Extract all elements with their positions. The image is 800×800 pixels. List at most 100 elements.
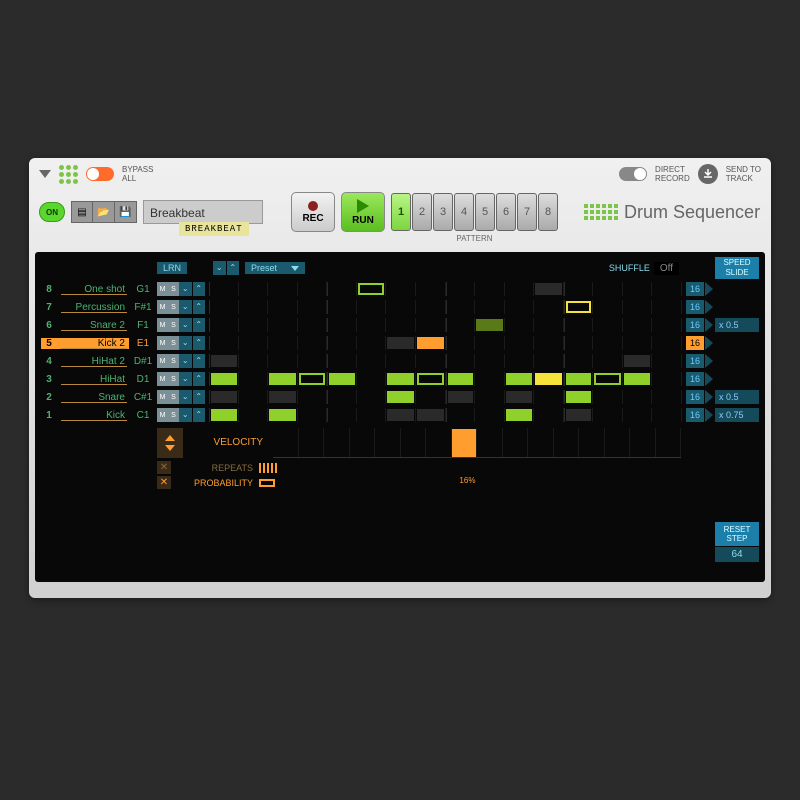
step-cell[interactable] xyxy=(593,282,623,296)
step-cell[interactable] xyxy=(416,318,446,332)
step-cell[interactable] xyxy=(564,318,594,332)
velocity-cell[interactable] xyxy=(273,428,299,457)
step-cell[interactable] xyxy=(357,408,387,422)
step-cell[interactable] xyxy=(268,390,298,404)
pattern-button-1[interactable]: 1 xyxy=(391,193,411,231)
step-cell[interactable] xyxy=(327,354,357,368)
row-length[interactable]: 16 xyxy=(686,390,704,404)
step-cell[interactable] xyxy=(505,318,535,332)
step-cell[interactable] xyxy=(623,318,653,332)
step-cell[interactable] xyxy=(239,318,269,332)
row-length[interactable]: 16 xyxy=(686,282,704,296)
pattern-button-3[interactable]: 3 xyxy=(433,193,453,231)
velocity-cell[interactable] xyxy=(528,428,554,457)
pattern-button-5[interactable]: 5 xyxy=(475,193,495,231)
velocity-cell[interactable] xyxy=(401,428,427,457)
speed-value[interactable]: x 0.5 xyxy=(715,318,759,332)
velocity-cell[interactable] xyxy=(375,428,401,457)
row-arrows[interactable]: ⌄⌃ xyxy=(179,282,205,296)
step-cell[interactable] xyxy=(327,282,357,296)
step-cell[interactable] xyxy=(209,354,239,368)
step-cell[interactable] xyxy=(593,372,623,386)
step-cell[interactable] xyxy=(446,318,476,332)
step-cell[interactable] xyxy=(534,300,564,314)
step-cell[interactable] xyxy=(268,354,298,368)
step-cell[interactable] xyxy=(652,354,682,368)
velocity-cell[interactable] xyxy=(656,428,682,457)
row-note[interactable]: E1 xyxy=(129,338,157,349)
step-cell[interactable] xyxy=(239,390,269,404)
step-cell[interactable] xyxy=(593,336,623,350)
step-cell[interactable] xyxy=(327,336,357,350)
probability-cell[interactable] xyxy=(279,476,304,489)
bypass-toggle[interactable] xyxy=(86,167,114,181)
step-cell[interactable] xyxy=(386,372,416,386)
row-note[interactable]: C1 xyxy=(129,410,157,421)
step-cell[interactable] xyxy=(564,408,594,422)
probability-cell[interactable] xyxy=(329,476,354,489)
step-cell[interactable] xyxy=(652,318,682,332)
mute-solo-button[interactable]: MS xyxy=(157,300,179,314)
step-cell[interactable] xyxy=(268,282,298,296)
run-button[interactable]: RUN xyxy=(341,192,385,232)
step-cell[interactable] xyxy=(564,282,594,296)
preset-name-field[interactable]: Breakbeat xyxy=(143,200,263,224)
step-cell[interactable] xyxy=(446,300,476,314)
probability-cell[interactable] xyxy=(405,476,430,489)
step-cell[interactable] xyxy=(209,390,239,404)
step-cell[interactable] xyxy=(534,390,564,404)
row-arrows[interactable]: ⌄⌃ xyxy=(179,390,205,404)
velocity-cell[interactable] xyxy=(350,428,376,457)
step-cell[interactable] xyxy=(505,354,535,368)
repeats-toggle[interactable]: ✕ xyxy=(157,461,171,474)
velocity-cell[interactable] xyxy=(605,428,631,457)
lrn-button[interactable]: LRN xyxy=(157,262,187,274)
step-cell[interactable] xyxy=(239,372,269,386)
probability-cell[interactable] xyxy=(354,476,379,489)
step-cell[interactable] xyxy=(505,300,535,314)
row-length[interactable]: 16 xyxy=(686,372,704,386)
step-cell[interactable] xyxy=(564,300,594,314)
row-name[interactable]: Kick xyxy=(57,410,129,421)
row-arrows[interactable]: ⌄⌃ xyxy=(179,336,205,350)
step-cell[interactable] xyxy=(623,300,653,314)
step-cell[interactable] xyxy=(505,372,535,386)
step-cell[interactable] xyxy=(446,390,476,404)
row-name[interactable]: HiHat 2 xyxy=(57,356,129,367)
velocity-cell[interactable] xyxy=(554,428,580,457)
step-cell[interactable] xyxy=(386,300,416,314)
velocity-cell[interactable] xyxy=(503,428,529,457)
row-length[interactable]: 16 xyxy=(686,300,704,314)
step-cell[interactable] xyxy=(386,318,416,332)
step-cell[interactable] xyxy=(209,408,239,422)
step-cell[interactable] xyxy=(239,408,269,422)
row-length[interactable]: 16 xyxy=(686,336,704,350)
probability-cell[interactable] xyxy=(480,476,505,489)
shuffle-value[interactable]: Off xyxy=(654,262,679,275)
velocity-cell[interactable] xyxy=(477,428,503,457)
step-cell[interactable] xyxy=(298,390,328,404)
row-note[interactable]: C#1 xyxy=(129,392,157,403)
mute-solo-button[interactable]: MS xyxy=(157,354,179,368)
step-cell[interactable] xyxy=(327,372,357,386)
row-arrows[interactable]: ⌄⌃ xyxy=(179,354,205,368)
step-cell[interactable] xyxy=(416,354,446,368)
step-cell[interactable] xyxy=(652,336,682,350)
step-cell[interactable] xyxy=(652,372,682,386)
rec-button[interactable]: REC xyxy=(291,192,335,232)
row-length[interactable]: 16 xyxy=(686,354,704,368)
open-button[interactable]: 📂 xyxy=(93,201,115,223)
direct-record-toggle[interactable] xyxy=(619,167,647,181)
probability-cell[interactable] xyxy=(656,476,681,489)
step-cell[interactable] xyxy=(593,318,623,332)
step-cell[interactable] xyxy=(652,408,682,422)
row-name[interactable]: Kick 2 xyxy=(57,338,129,349)
step-cell[interactable] xyxy=(475,372,505,386)
pattern-button-8[interactable]: 8 xyxy=(538,193,558,231)
step-cell[interactable] xyxy=(593,354,623,368)
step-cell[interactable] xyxy=(593,300,623,314)
step-cell[interactable] xyxy=(298,372,328,386)
pattern-button-7[interactable]: 7 xyxy=(517,193,537,231)
step-cell[interactable] xyxy=(534,354,564,368)
mute-solo-button[interactable]: MS xyxy=(157,282,179,296)
